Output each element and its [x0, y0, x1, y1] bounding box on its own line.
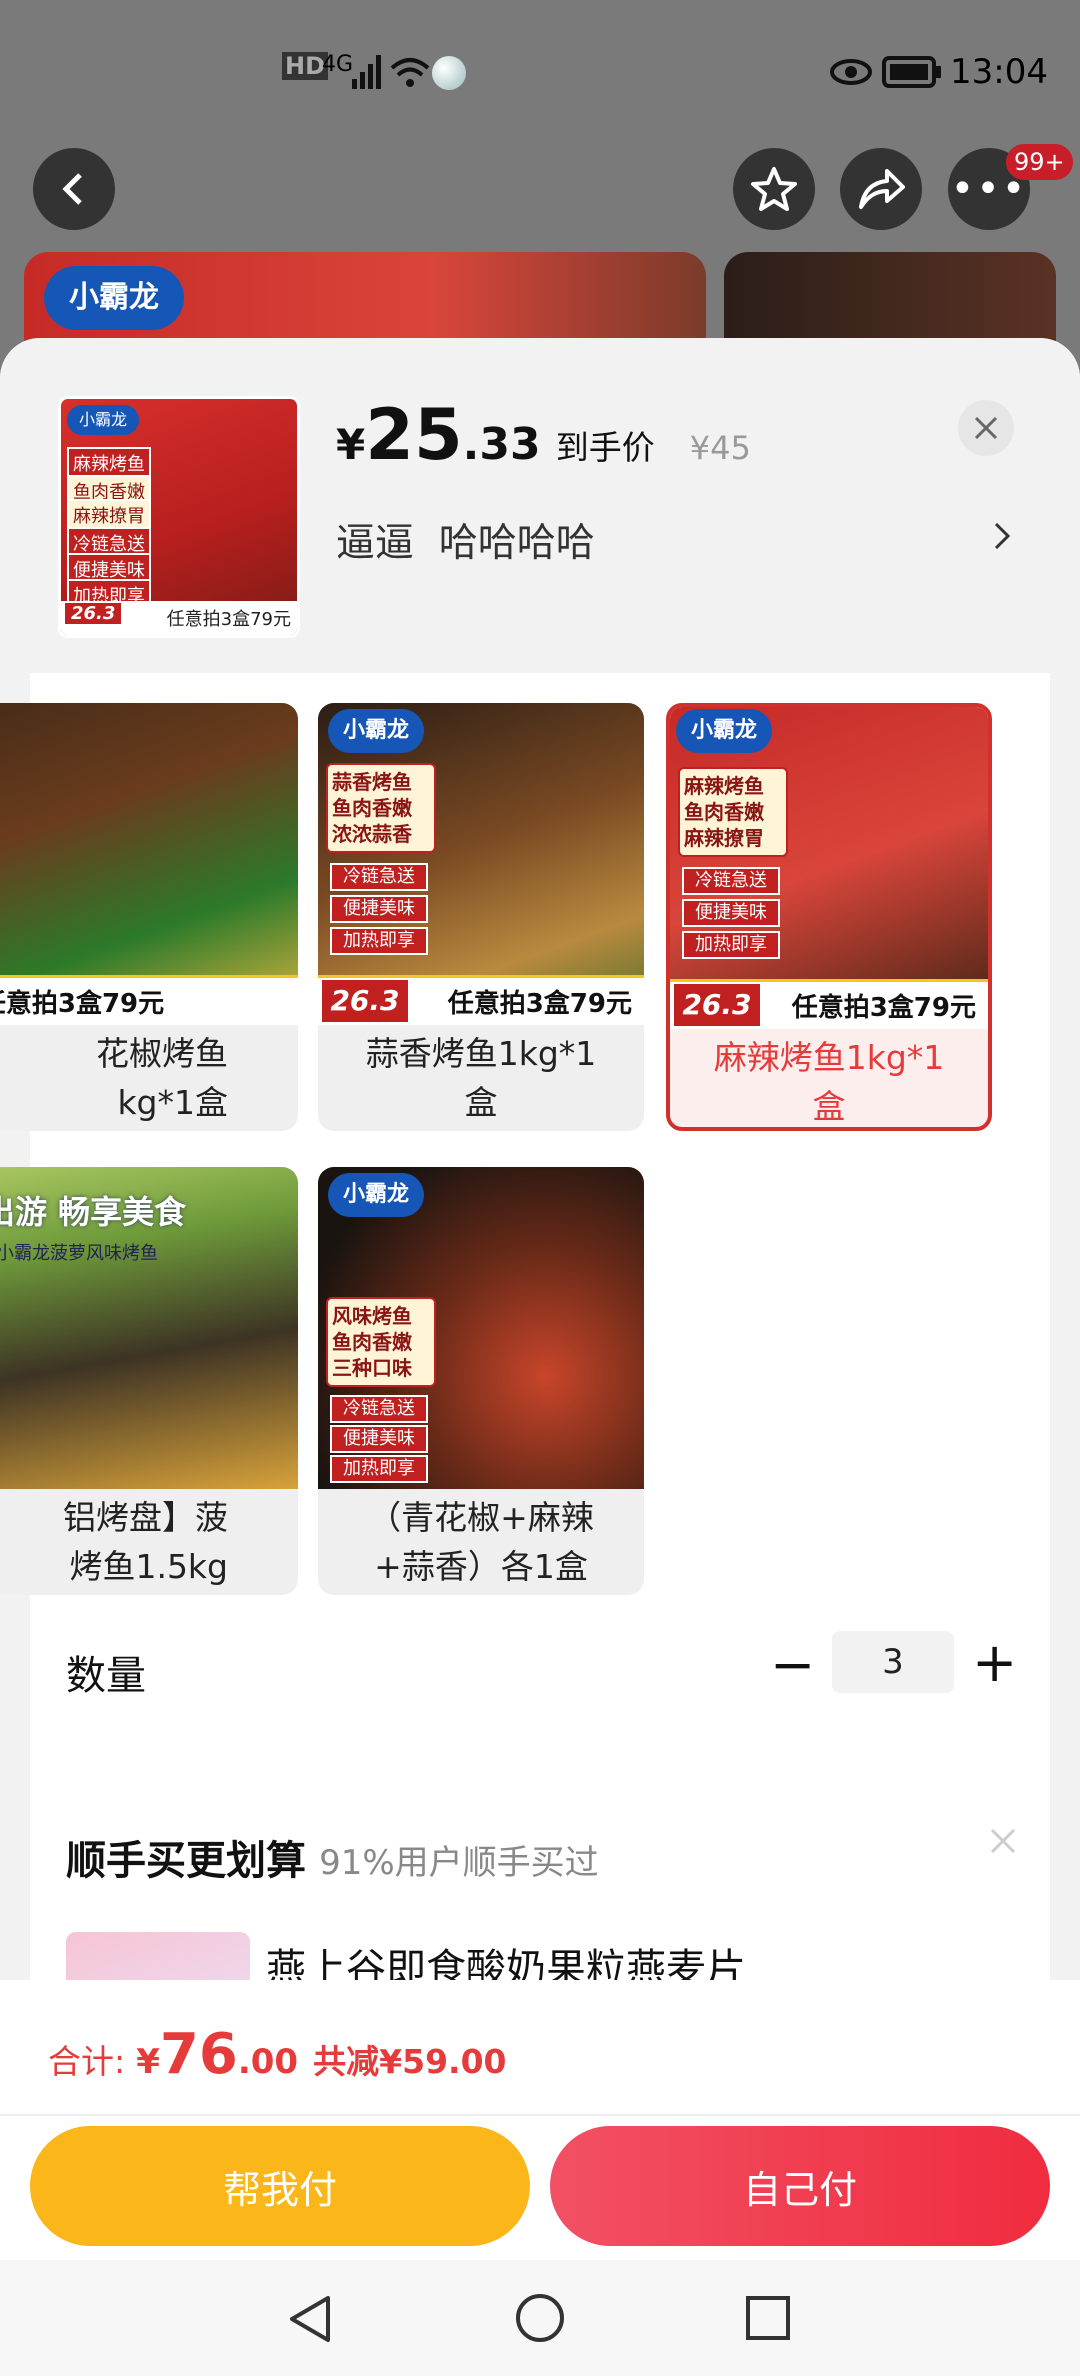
price-integer: 25	[365, 394, 463, 476]
nav-home-icon[interactable]	[514, 2292, 566, 2344]
share-button[interactable]	[840, 148, 922, 230]
wifi-icon	[390, 58, 430, 87]
feature-chip: 加热即享	[330, 927, 428, 955]
variant-option[interactable]: 任意拍3盒79元 花椒烤鱼 kg*1盒	[0, 703, 298, 1131]
price-decimal: .33	[462, 419, 541, 470]
sku-header: 小霸龙 麻辣烤鱼 鱼肉香嫩 麻辣撩胃 冷链急送 便捷美味 加热即享 26.3 任…	[0, 338, 1080, 673]
original-price: ¥45	[689, 429, 751, 467]
eye-icon	[830, 59, 872, 85]
star-icon	[751, 167, 797, 211]
system-nav-bar	[0, 2260, 1080, 2376]
feature-chip: 便捷美味	[330, 1425, 428, 1453]
upsell-subtitle: 91%用户顺手买过	[319, 1843, 599, 1883]
total-label: 合计:	[48, 2042, 126, 2081]
feature-chip: 冷链急送	[330, 1395, 428, 1423]
variant-price-tag: 26.3	[322, 980, 408, 1022]
variant-headline: 出游 畅享美食	[0, 1193, 187, 1231]
thumb-promo: 任意拍3盒79元	[166, 609, 291, 630]
brand-logo: 小霸龙	[328, 709, 424, 753]
status-bar: HD 4G 13:04	[0, 0, 1080, 150]
variant-option[interactable]: 出游 畅享美食 小霸龙菠萝风味烤鱼 铝烤盘】菠 烤鱼1.5kg	[0, 1167, 298, 1595]
variant-category-tag: 蒜香烤鱼 鱼肉香嫩 浓浓蒜香	[326, 763, 436, 853]
variant-category-tag: 麻辣烤鱼 鱼肉香嫩 麻辣撩胃	[678, 767, 788, 857]
divider	[0, 2114, 1080, 2116]
variant-label: （青花椒+麻辣 +蒜香）各1盒	[368, 1498, 594, 1586]
brand-logo: 小霸龙	[67, 405, 139, 435]
selected-spec[interactable]: 逼逼 哈哈哈哈	[336, 512, 595, 568]
clock: 13:04	[950, 52, 1048, 92]
variant-option[interactable]: 小霸龙 蒜香烤鱼 鱼肉香嫩 浓浓蒜香 冷链急送 便捷美味 加热即享 26.3 任意拍…	[318, 703, 644, 1131]
total-row: 合计: ¥76.00 共减¥59.00	[48, 2022, 507, 2087]
feature-chip: 便捷美味	[682, 899, 780, 927]
chevron-right-icon[interactable]	[990, 518, 1014, 554]
variant-option-selected[interactable]: 小霸龙 麻辣烤鱼 鱼肉香嫩 麻辣撩胃 冷链急送 便捷美味 加热即享 26.3 任意拍…	[666, 703, 992, 1131]
variant-image: 小霸龙 蒜香烤鱼 鱼肉香嫩 浓浓蒜香 冷链急送 便捷美味 加热即享 26.3 任意拍…	[318, 703, 644, 1025]
variant-banner: 26.3 任意拍3盒79元	[318, 975, 644, 1025]
self-pay-button[interactable]: 自己付	[550, 2126, 1050, 2246]
signal-icon: 4G	[322, 52, 354, 77]
battery-icon	[882, 56, 941, 88]
feature-chip: 加热即享	[682, 931, 780, 959]
variant-banner-text: 任意拍3盒79元	[791, 993, 976, 1023]
favorite-button[interactable]	[733, 148, 815, 230]
close-button[interactable]	[958, 400, 1014, 456]
variant-banner-text: 任意拍3盒79元	[447, 989, 632, 1019]
feature-chip: 加热即享	[330, 1455, 428, 1483]
variant-label: 花椒烤鱼 kg*1盒	[96, 1034, 228, 1122]
quantity-decrease-button[interactable]: −	[770, 1635, 815, 1695]
feature-chip: 冷链急送	[330, 863, 428, 891]
total-saved: 共减¥59.00	[313, 2042, 507, 2081]
bubble-icon	[432, 56, 466, 90]
nav-recents-icon[interactable]	[744, 2294, 792, 2342]
total-decimal: .00	[237, 2042, 299, 2082]
feature-chip: 便捷美味	[330, 895, 428, 923]
upsell-close-icon[interactable]	[988, 1826, 1018, 1856]
back-button[interactable]	[33, 148, 115, 230]
close-icon	[974, 416, 998, 440]
chevron-left-icon	[62, 173, 82, 205]
nav-back-icon[interactable]	[284, 2292, 334, 2346]
thumb-promo-bar: 26.3 任意拍3盒79元	[61, 601, 297, 635]
quantity-increase-button[interactable]: +	[972, 1633, 1017, 1693]
variant-label: 铝烤盘】菠 烤鱼1.5kg	[63, 1498, 228, 1586]
quantity-label: 数量	[66, 1653, 146, 1699]
variant-subline: 小霸龙菠萝风味烤鱼	[0, 1243, 158, 1264]
price-row: ¥25.33 到手价 ¥45	[336, 394, 751, 476]
variant-banner: 任意拍3盒79元	[0, 975, 298, 1025]
share-icon	[859, 169, 905, 209]
message-badge: 99+	[1006, 144, 1073, 180]
price-label: 到手价	[555, 428, 655, 467]
total-integer: 76	[159, 2022, 238, 2087]
variant-image: 出游 畅享美食 小霸龙菠萝风味烤鱼	[0, 1167, 298, 1489]
selected-product-image: 小霸龙 麻辣烤鱼 鱼肉香嫩 麻辣撩胃 冷链急送 便捷美味 加热即享 26.3 任…	[58, 396, 300, 638]
total-currency: ¥	[136, 2042, 160, 2082]
variant-label: 麻辣烤鱼1kg*1 盒	[713, 1038, 945, 1126]
quantity-input[interactable]: 3	[832, 1631, 954, 1693]
feature-chip: 冷链急送	[682, 867, 780, 895]
thumb-price: 26.3	[65, 603, 122, 624]
brand-logo: 小霸龙	[676, 709, 772, 753]
upsell-title-row: 顺手买更划算 91%用户顺手买过	[66, 1828, 599, 1886]
variant-price-tag: 26.3	[674, 984, 760, 1026]
variant-banner: 26.3 任意拍3盒79元	[670, 979, 988, 1029]
variant-category-tag: 风味烤鱼 鱼肉香嫩 三种口味	[326, 1297, 436, 1387]
currency: ¥	[336, 420, 366, 469]
variant-label: 蒜香烤鱼1kg*1 盒	[365, 1034, 597, 1122]
signal-bars-icon	[352, 55, 381, 89]
gallery-image-main[interactable]: 小霸龙	[24, 252, 706, 342]
brand-logo: 小霸龙	[328, 1173, 424, 1217]
help-pay-button[interactable]: 帮我付	[30, 2126, 530, 2246]
upsell-title: 顺手买更划算	[66, 1838, 306, 1884]
variant-image: 小霸龙 麻辣烤鱼 鱼肉香嫩 麻辣撩胃 冷链急送 便捷美味 加热即享 26.3 任意拍…	[670, 707, 988, 1029]
gallery-image-side[interactable]	[724, 252, 1056, 342]
brand-logo: 小霸龙	[44, 266, 184, 330]
variant-option[interactable]: 小霸龙 风味烤鱼 鱼肉香嫩 三种口味 冷链急送 便捷美味 加热即享 （青花椒+麻辣 …	[318, 1167, 644, 1595]
variant-image: 小霸龙 风味烤鱼 鱼肉香嫩 三种口味 冷链急送 便捷美味 加热即享	[318, 1167, 644, 1489]
